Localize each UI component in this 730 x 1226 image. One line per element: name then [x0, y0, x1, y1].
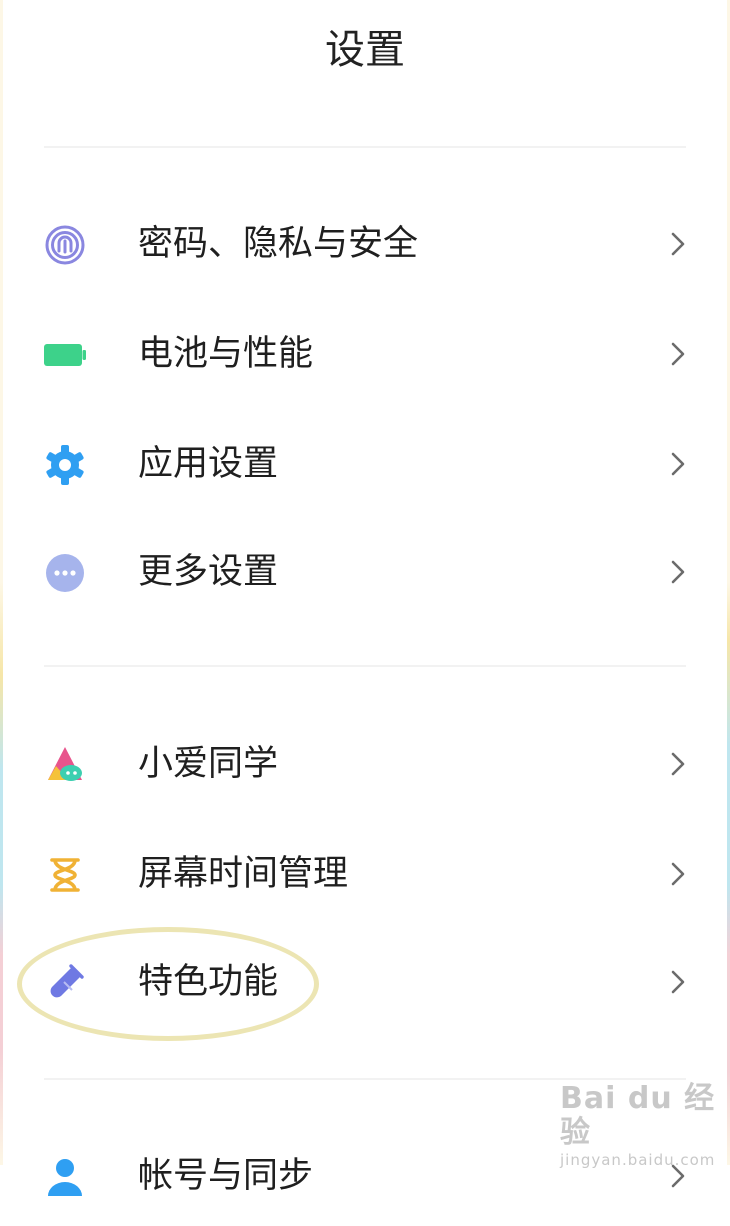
- settings-item-label: 特色功能: [138, 962, 279, 1002]
- settings-item-battery-performance[interactable]: 电池与性能: [0, 304, 730, 404]
- settings-item-label: 帐号与同步: [138, 1156, 314, 1196]
- test-tube-icon: [44, 962, 86, 1004]
- settings-item-screen-time[interactable]: 屏幕时间管理: [0, 824, 730, 924]
- settings-item-special-features[interactable]: 特色功能: [0, 932, 730, 1032]
- settings-item-label: 屏幕时间管理: [138, 854, 349, 894]
- settings-item-app-settings[interactable]: 应用设置: [0, 414, 730, 514]
- gear-icon: [44, 444, 86, 486]
- settings-item-label: 电池与性能: [138, 334, 314, 374]
- battery-icon: [44, 334, 86, 376]
- watermark-url: jingyan.baidu.com: [560, 1151, 716, 1169]
- watermark-logo-text: Bai du 经验: [560, 1081, 716, 1150]
- header-divider: [44, 146, 686, 148]
- chevron-right-icon: [664, 552, 692, 592]
- chevron-right-icon: [664, 444, 692, 484]
- xiaoai-icon: [44, 744, 86, 786]
- page-title: 设置: [325, 27, 405, 73]
- settings-item-password-privacy-security[interactable]: 密码、隐私与安全: [0, 194, 730, 294]
- settings-item-label: 应用设置: [138, 444, 279, 484]
- baidu-jingyan-watermark: Bai du 经验 jingyan.baidu.com: [560, 1081, 720, 1170]
- fingerprint-icon: [44, 224, 86, 266]
- group-divider: [44, 1078, 686, 1080]
- settings-item-more-settings[interactable]: 更多设置: [0, 522, 730, 622]
- settings-item-label: 密码、隐私与安全: [138, 224, 419, 264]
- hourglass-icon: [44, 854, 86, 896]
- chevron-right-icon: [664, 224, 692, 264]
- chevron-right-icon: [664, 854, 692, 894]
- chevron-right-icon: [664, 334, 692, 374]
- settings-item-label: 更多设置: [138, 552, 279, 592]
- settings-item-xiaoai[interactable]: 小爱同学: [0, 714, 730, 814]
- settings-item-label: 小爱同学: [138, 744, 279, 784]
- chevron-right-icon: [664, 744, 692, 784]
- group-divider: [44, 665, 686, 667]
- account-icon: [44, 1156, 86, 1198]
- more-dots-icon: [44, 552, 86, 594]
- chevron-right-icon: [664, 962, 692, 1002]
